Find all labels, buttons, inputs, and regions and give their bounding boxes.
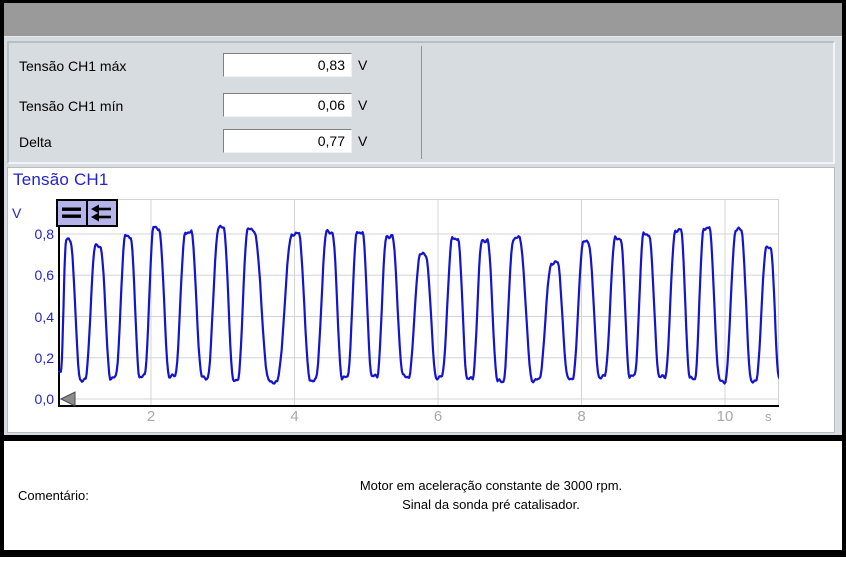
y-tick-label: 0,6 [20, 267, 54, 283]
horizontal-cursors-button[interactable] [56, 199, 118, 227]
y-tick-label: 0,4 [20, 309, 54, 325]
y-tick-label: 0,0 [20, 391, 54, 407]
comment-section: Comentário: Motor em aceleração constant… [4, 435, 842, 550]
y-axis-unit-label: V [12, 205, 21, 221]
comment-label: Comentário: [4, 488, 140, 503]
waveform-plot[interactable] [58, 199, 779, 407]
x-tick-label: 2 [131, 408, 171, 425]
max-unit: V [358, 53, 367, 78]
measurements-panel: Tensão CH1 máx 0,83 V Tensão CH1 mín 0,0… [7, 41, 835, 164]
title-bar [4, 3, 842, 37]
delta-label: Delta [19, 129, 52, 155]
min-unit: V [358, 93, 367, 118]
max-label: Tensão CH1 máx [19, 53, 126, 79]
comment-line-1: Motor em aceleração constante de 3000 rp… [140, 477, 842, 496]
horizontal-cursors-icon [58, 201, 88, 225]
max-value-field[interactable]: 0,83 [223, 53, 352, 77]
trigger-level-marker[interactable] [61, 392, 75, 406]
report-page: Tensão CH1 máx 0,83 V Tensão CH1 mín 0,0… [0, 0, 846, 557]
measurement-row-delta: Delta 0,77 V [9, 129, 833, 155]
main-panel: Tensão CH1 máx 0,83 V Tensão CH1 mín 0,0… [4, 37, 842, 435]
x-axis-unit-label: s [765, 409, 772, 424]
min-label: Tensão CH1 mín [19, 93, 123, 119]
y-tick-label: 0,8 [20, 226, 54, 242]
measurement-row-min: Tensão CH1 mín 0,06 V [9, 93, 833, 119]
chart-card: Tensão CH1 V s 0,0 0,2 0,4 0,6 0,8 2 4 6 8 10 [7, 167, 835, 433]
waveform-svg [58, 199, 779, 407]
x-tick-label: 4 [275, 408, 315, 425]
move-cursors-left-icon [88, 201, 116, 225]
comment-text: Motor em aceleração constante de 3000 rp… [140, 477, 842, 515]
delta-unit: V [358, 129, 367, 154]
x-tick-label: 6 [418, 408, 458, 425]
min-value-field[interactable]: 0,06 [223, 93, 352, 117]
x-tick-label: 8 [562, 408, 602, 425]
measurement-row-max: Tensão CH1 máx 0,83 V [9, 53, 833, 79]
x-tick-label: 10 [705, 408, 745, 425]
y-tick-label: 0,2 [20, 350, 54, 366]
delta-value-field[interactable]: 0,77 [223, 129, 352, 153]
comment-line-2: Sinal da sonda pré catalisador. [140, 496, 842, 515]
chart-title: Tensão CH1 [13, 170, 109, 190]
